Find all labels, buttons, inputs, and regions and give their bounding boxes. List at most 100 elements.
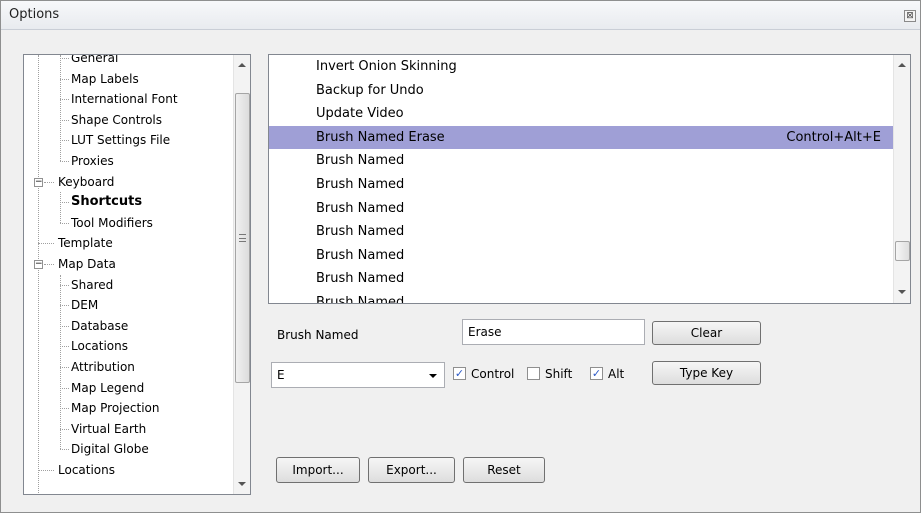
argument-input[interactable]: Erase bbox=[462, 319, 645, 345]
shortcut-row[interactable]: Brush Named bbox=[269, 244, 893, 267]
shift-checkbox[interactable] bbox=[527, 367, 540, 380]
scroll-down-icon[interactable] bbox=[898, 290, 906, 294]
scroll-down-icon[interactable] bbox=[238, 482, 246, 486]
shortcut-name: Brush Named bbox=[316, 224, 405, 239]
tree-connector bbox=[60, 161, 69, 162]
shortcut-name: Brush Named bbox=[316, 201, 405, 216]
chevron-down-icon bbox=[429, 374, 437, 378]
tree-item[interactable]: Map Data bbox=[58, 254, 116, 274]
close-button[interactable]: ⊠ bbox=[904, 10, 916, 22]
tree-item[interactable]: Shared bbox=[71, 275, 113, 295]
tree-connector bbox=[60, 326, 69, 327]
tree-connector bbox=[60, 223, 69, 224]
tree-connector bbox=[60, 388, 69, 389]
command-label: Brush Named bbox=[277, 328, 359, 342]
control-checkbox[interactable]: ✓ bbox=[453, 367, 466, 380]
shortcut-name: Update Video bbox=[316, 106, 404, 121]
shortcut-list[interactable]: Invert Onion Skinning Backup for Undo Upda… bbox=[268, 54, 911, 304]
shortcut-row[interactable]: Brush Named bbox=[269, 267, 893, 290]
tree-item[interactable]: Map Projection bbox=[71, 398, 159, 418]
export-button[interactable]: Export... bbox=[368, 457, 455, 483]
type-key-button[interactable]: Type Key bbox=[652, 361, 761, 385]
shortcut-name: Invert Onion Skinning bbox=[316, 59, 457, 74]
tree-connector bbox=[60, 79, 69, 80]
tree-connector bbox=[60, 285, 69, 286]
collapse-icon[interactable]: − bbox=[34, 178, 43, 187]
tree-connector bbox=[38, 243, 54, 244]
tree-connector bbox=[60, 408, 69, 409]
options-tree[interactable]: General Map Labels International Font Shape… bbox=[23, 54, 251, 495]
tree-item[interactable]: Database bbox=[71, 316, 128, 336]
shortcut-name: Brush Named bbox=[316, 248, 405, 263]
tree-item[interactable]: Keyboard bbox=[58, 172, 114, 192]
tree-item[interactable]: Map Legend bbox=[71, 378, 144, 398]
scroll-up-icon[interactable] bbox=[898, 63, 906, 67]
shortcut-row[interactable]: Brush Named bbox=[269, 291, 893, 304]
tree-item[interactable]: DEM bbox=[71, 295, 98, 315]
shift-label: Shift bbox=[545, 367, 573, 381]
tree-connector bbox=[60, 202, 69, 203]
list-scrollbar[interactable] bbox=[893, 55, 910, 303]
clear-button[interactable]: Clear bbox=[652, 321, 761, 345]
tree-item[interactable]: Template bbox=[58, 233, 113, 253]
reset-button[interactable]: Reset bbox=[463, 457, 545, 483]
tree-item[interactable]: Locations bbox=[58, 460, 115, 480]
alt-label: Alt bbox=[608, 367, 625, 381]
tree-guide-line bbox=[60, 55, 61, 161]
tree-scrollbar[interactable] bbox=[233, 55, 250, 494]
tree-connector bbox=[60, 140, 69, 141]
tree-item[interactable]: Tool Modifiers bbox=[71, 213, 153, 233]
title-bar: Options ⊠ bbox=[1, 1, 920, 30]
shortcut-name: Brush Named Erase bbox=[316, 130, 445, 145]
shortcut-name: Brush Named bbox=[316, 295, 405, 304]
tree-connector bbox=[60, 429, 69, 430]
control-label: Control bbox=[471, 367, 515, 381]
options-dialog: Options ⊠ General Map Labels International… bbox=[0, 0, 921, 513]
shortcut-row[interactable]: Update Video bbox=[269, 102, 893, 125]
shortcut-row[interactable]: Brush Named bbox=[269, 220, 893, 243]
tree-item[interactable]: Attribution bbox=[71, 357, 135, 377]
tree-connector bbox=[60, 449, 69, 450]
tree-item[interactable]: Digital Globe bbox=[71, 439, 149, 459]
key-select-value: E bbox=[277, 368, 285, 382]
key-select[interactable]: E bbox=[271, 362, 445, 388]
tree-connector bbox=[60, 367, 69, 368]
tree-item[interactable]: Proxies bbox=[71, 151, 114, 171]
shortcut-name: Brush Named bbox=[316, 271, 405, 286]
grip-icon bbox=[239, 234, 246, 242]
scroll-up-icon[interactable] bbox=[238, 63, 246, 67]
tree-item[interactable]: Locations bbox=[71, 336, 128, 356]
shortcut-key: Control+Alt+E bbox=[786, 130, 881, 145]
shortcut-row[interactable]: Invert Onion Skinning bbox=[269, 55, 893, 78]
tree-item[interactable]: Shape Controls bbox=[71, 110, 162, 130]
shortcut-name: Brush Named bbox=[316, 153, 405, 168]
import-button[interactable]: Import... bbox=[276, 457, 360, 483]
shortcut-row[interactable]: Brush Named bbox=[269, 149, 893, 172]
alt-checkbox[interactable]: ✓ bbox=[590, 367, 603, 380]
tree-connector bbox=[44, 182, 54, 183]
tree-item[interactable]: International Font bbox=[71, 89, 178, 109]
tree-connector bbox=[60, 58, 69, 59]
collapse-icon[interactable]: − bbox=[34, 260, 43, 269]
tree-connector bbox=[38, 470, 54, 471]
shortcut-row[interactable]: Brush Named bbox=[269, 197, 893, 220]
tree-connector bbox=[60, 305, 69, 306]
tree-item[interactable]: LUT Settings File bbox=[71, 130, 170, 150]
tree-item[interactable]: Map Labels bbox=[71, 69, 139, 89]
tree-connector bbox=[60, 120, 69, 121]
tree-connector bbox=[60, 346, 69, 347]
shortcut-row[interactable]: Brush Named bbox=[269, 173, 893, 196]
shortcut-name: Backup for Undo bbox=[316, 83, 424, 98]
shortcut-row[interactable]: Brush Named Erase Control+Alt+E bbox=[269, 126, 893, 149]
tree-connector bbox=[60, 99, 69, 100]
tree-item[interactable]: General bbox=[71, 55, 118, 68]
tree-guide-line bbox=[60, 192, 61, 223]
tree-item[interactable]: Virtual Earth bbox=[71, 419, 146, 439]
tree-scroll-thumb[interactable] bbox=[235, 93, 250, 383]
tree-guide-line bbox=[38, 55, 39, 494]
shortcut-row[interactable]: Backup for Undo bbox=[269, 79, 893, 102]
tree-connector bbox=[44, 264, 54, 265]
tree-item[interactable]: Shortcuts bbox=[71, 192, 142, 212]
tree-guide-line bbox=[60, 275, 61, 449]
list-scroll-thumb[interactable] bbox=[895, 241, 910, 261]
